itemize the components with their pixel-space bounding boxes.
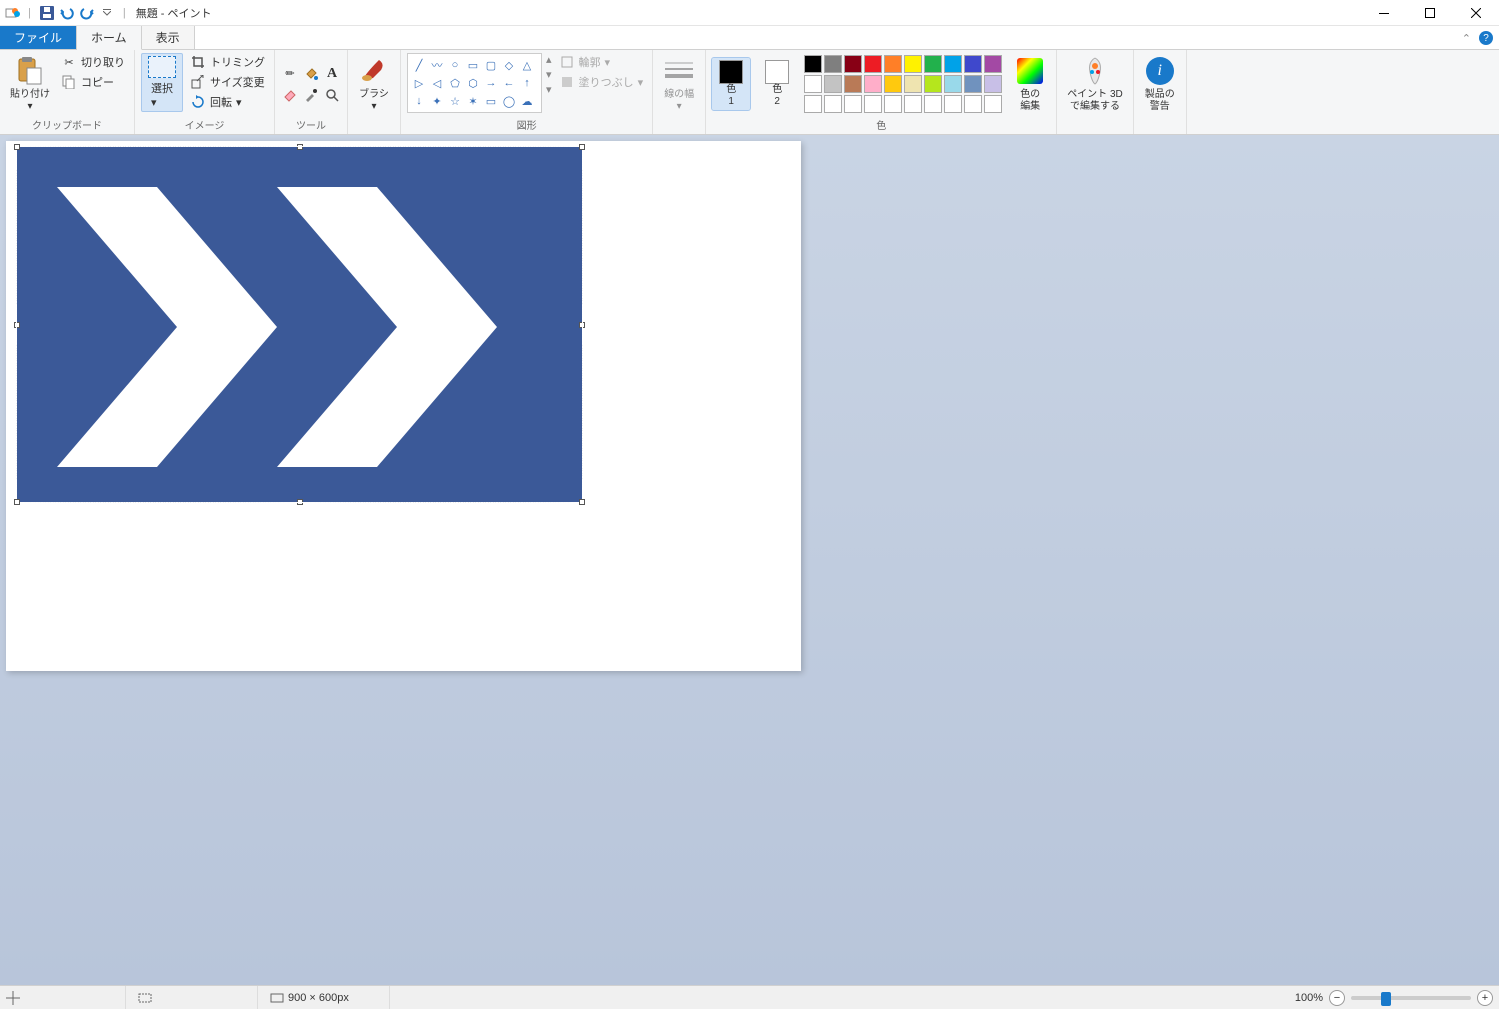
brush-button[interactable]: ブラシ▾ xyxy=(354,53,394,115)
status-bar: 900 × 600px 100% − + xyxy=(0,985,1499,1009)
group-label-tools: ツール xyxy=(281,115,341,132)
help-icon[interactable]: ? xyxy=(1479,31,1493,45)
custom-color-slot[interactable] xyxy=(804,95,822,113)
zoom-in-button[interactable]: + xyxy=(1477,990,1493,1006)
ribbon-tabs: ファイル ホーム 表示 ⌃ ? xyxy=(0,26,1499,50)
canvas-size-icon xyxy=(270,991,284,1005)
color-swatch[interactable] xyxy=(864,55,882,73)
app-icon xyxy=(4,5,20,21)
color-swatch[interactable] xyxy=(844,75,862,93)
group-colors: 色 1 色 2 色の 編集 色 xyxy=(706,50,1057,134)
group-label-image: イメージ xyxy=(141,115,268,132)
color-swatch[interactable] xyxy=(924,55,942,73)
window-title: 無題 - ペイント xyxy=(136,5,212,21)
color-palette xyxy=(804,55,1002,113)
group-tools: ✏ A ツール xyxy=(275,50,348,134)
shapes-gallery[interactable]: ╱〰○▭▢◇△ ▷◁⬠⬡→←↑ ↓✦☆✶▭◯☁ xyxy=(407,53,542,113)
color-swatch[interactable] xyxy=(904,55,922,73)
rotate-button[interactable]: 回転 ▾ xyxy=(187,93,268,111)
group-label-clipboard: クリップボード xyxy=(6,115,128,132)
color1-button[interactable]: 色 1 xyxy=(712,58,750,110)
outline-button: 輪郭 ▾ xyxy=(556,53,647,71)
color-swatch[interactable] xyxy=(824,55,842,73)
fill-tool[interactable] xyxy=(302,65,320,83)
group-label-shapes: 図形 xyxy=(407,115,646,132)
select-button[interactable]: 選択▾ xyxy=(141,53,183,112)
save-icon[interactable] xyxy=(39,5,55,21)
color-swatch[interactable] xyxy=(964,55,982,73)
status-selection xyxy=(138,986,258,1009)
edit-colors-button[interactable]: 色の 編集 xyxy=(1010,53,1050,115)
color-swatch[interactable] xyxy=(804,55,822,73)
picker-tool[interactable] xyxy=(302,86,320,104)
selection-size-icon xyxy=(138,991,152,1005)
group-shapes: ╱〰○▭▢◇△ ▷◁⬠⬡→←↑ ↓✦☆✶▭◯☁ ▴ ▾ ▾ 輪郭 ▾ 塗りつぶし… xyxy=(401,50,653,134)
copy-button[interactable]: コピー xyxy=(58,73,128,91)
linewidth-button[interactable]: 線の幅▾ xyxy=(659,53,699,115)
crosshair-icon xyxy=(6,991,20,1005)
color-swatch[interactable] xyxy=(824,75,842,93)
selection-area[interactable] xyxy=(17,147,582,502)
color-swatch[interactable] xyxy=(804,75,822,93)
group-linewidth: 線の幅▾ xyxy=(653,50,706,134)
tab-view[interactable]: 表示 xyxy=(142,26,195,49)
color-swatch[interactable] xyxy=(864,75,882,93)
paint3d-button[interactable]: ペイント 3D で編集する xyxy=(1063,53,1127,115)
group-clipboard: 貼り付け▾ ✂切り取り コピー クリップボード xyxy=(0,50,135,134)
group-brush: ブラシ▾ xyxy=(348,50,401,134)
color-swatch[interactable] xyxy=(884,55,902,73)
minimize-button[interactable] xyxy=(1361,0,1407,26)
zoom-controls: 100% − + xyxy=(1295,990,1493,1006)
workspace[interactable] xyxy=(0,135,1499,985)
redo-icon[interactable] xyxy=(79,5,95,21)
text-tool[interactable]: A xyxy=(323,65,341,83)
eraser-tool[interactable] xyxy=(281,86,299,104)
color-swatch[interactable] xyxy=(924,75,942,93)
color-swatch[interactable] xyxy=(964,75,982,93)
group-paint3d: ペイント 3D で編集する xyxy=(1057,50,1134,134)
color-swatch[interactable] xyxy=(884,75,902,93)
zoom-level: 100% xyxy=(1295,992,1323,1004)
zoom-tool[interactable] xyxy=(323,86,341,104)
maximize-button[interactable] xyxy=(1407,0,1453,26)
fill-button: 塗りつぶし ▾ xyxy=(556,73,647,91)
group-alerts: i 製品の 警告 xyxy=(1134,50,1187,134)
group-image: 選択▾ トリミング サイズ変更 回転 ▾ イメージ xyxy=(135,50,275,134)
status-position xyxy=(6,986,126,1009)
shapes-more-down[interactable]: ▾ xyxy=(546,68,552,81)
close-button[interactable] xyxy=(1453,0,1499,26)
color-swatch[interactable] xyxy=(844,55,862,73)
product-alerts-button[interactable]: i 製品の 警告 xyxy=(1140,53,1180,115)
group-label-colors: 色 xyxy=(712,115,1050,132)
crop-button[interactable]: トリミング xyxy=(187,53,268,71)
ribbon: 貼り付け▾ ✂切り取り コピー クリップボード 選択▾ トリミング サイズ変更 … xyxy=(0,50,1499,135)
zoom-out-button[interactable]: − xyxy=(1329,990,1345,1006)
shapes-more-menu[interactable]: ▾ xyxy=(546,83,552,96)
canvas[interactable] xyxy=(6,141,801,671)
tab-file[interactable]: ファイル xyxy=(0,26,77,49)
status-canvas-size: 900 × 600px xyxy=(270,986,390,1009)
cut-button[interactable]: ✂切り取り xyxy=(58,53,128,71)
collapse-ribbon-icon[interactable]: ⌃ xyxy=(1462,32,1471,45)
tab-home[interactable]: ホーム xyxy=(77,26,142,50)
shapes-more-up[interactable]: ▴ xyxy=(546,53,552,66)
color-swatch[interactable] xyxy=(944,75,962,93)
zoom-slider[interactable] xyxy=(1351,996,1471,1000)
color2-button[interactable]: 色 2 xyxy=(758,58,796,110)
pencil-tool[interactable]: ✏ xyxy=(281,65,299,83)
color-swatch[interactable] xyxy=(904,75,922,93)
color-swatch[interactable] xyxy=(984,75,1002,93)
qat-dropdown-icon[interactable] xyxy=(99,5,115,21)
resize-button[interactable]: サイズ変更 xyxy=(187,73,268,91)
color-swatch[interactable] xyxy=(984,55,1002,73)
paste-button[interactable]: 貼り付け▾ xyxy=(6,53,54,115)
undo-icon[interactable] xyxy=(59,5,75,21)
color-swatch[interactable] xyxy=(944,55,962,73)
title-bar: | | 無題 - ペイント xyxy=(0,0,1499,26)
